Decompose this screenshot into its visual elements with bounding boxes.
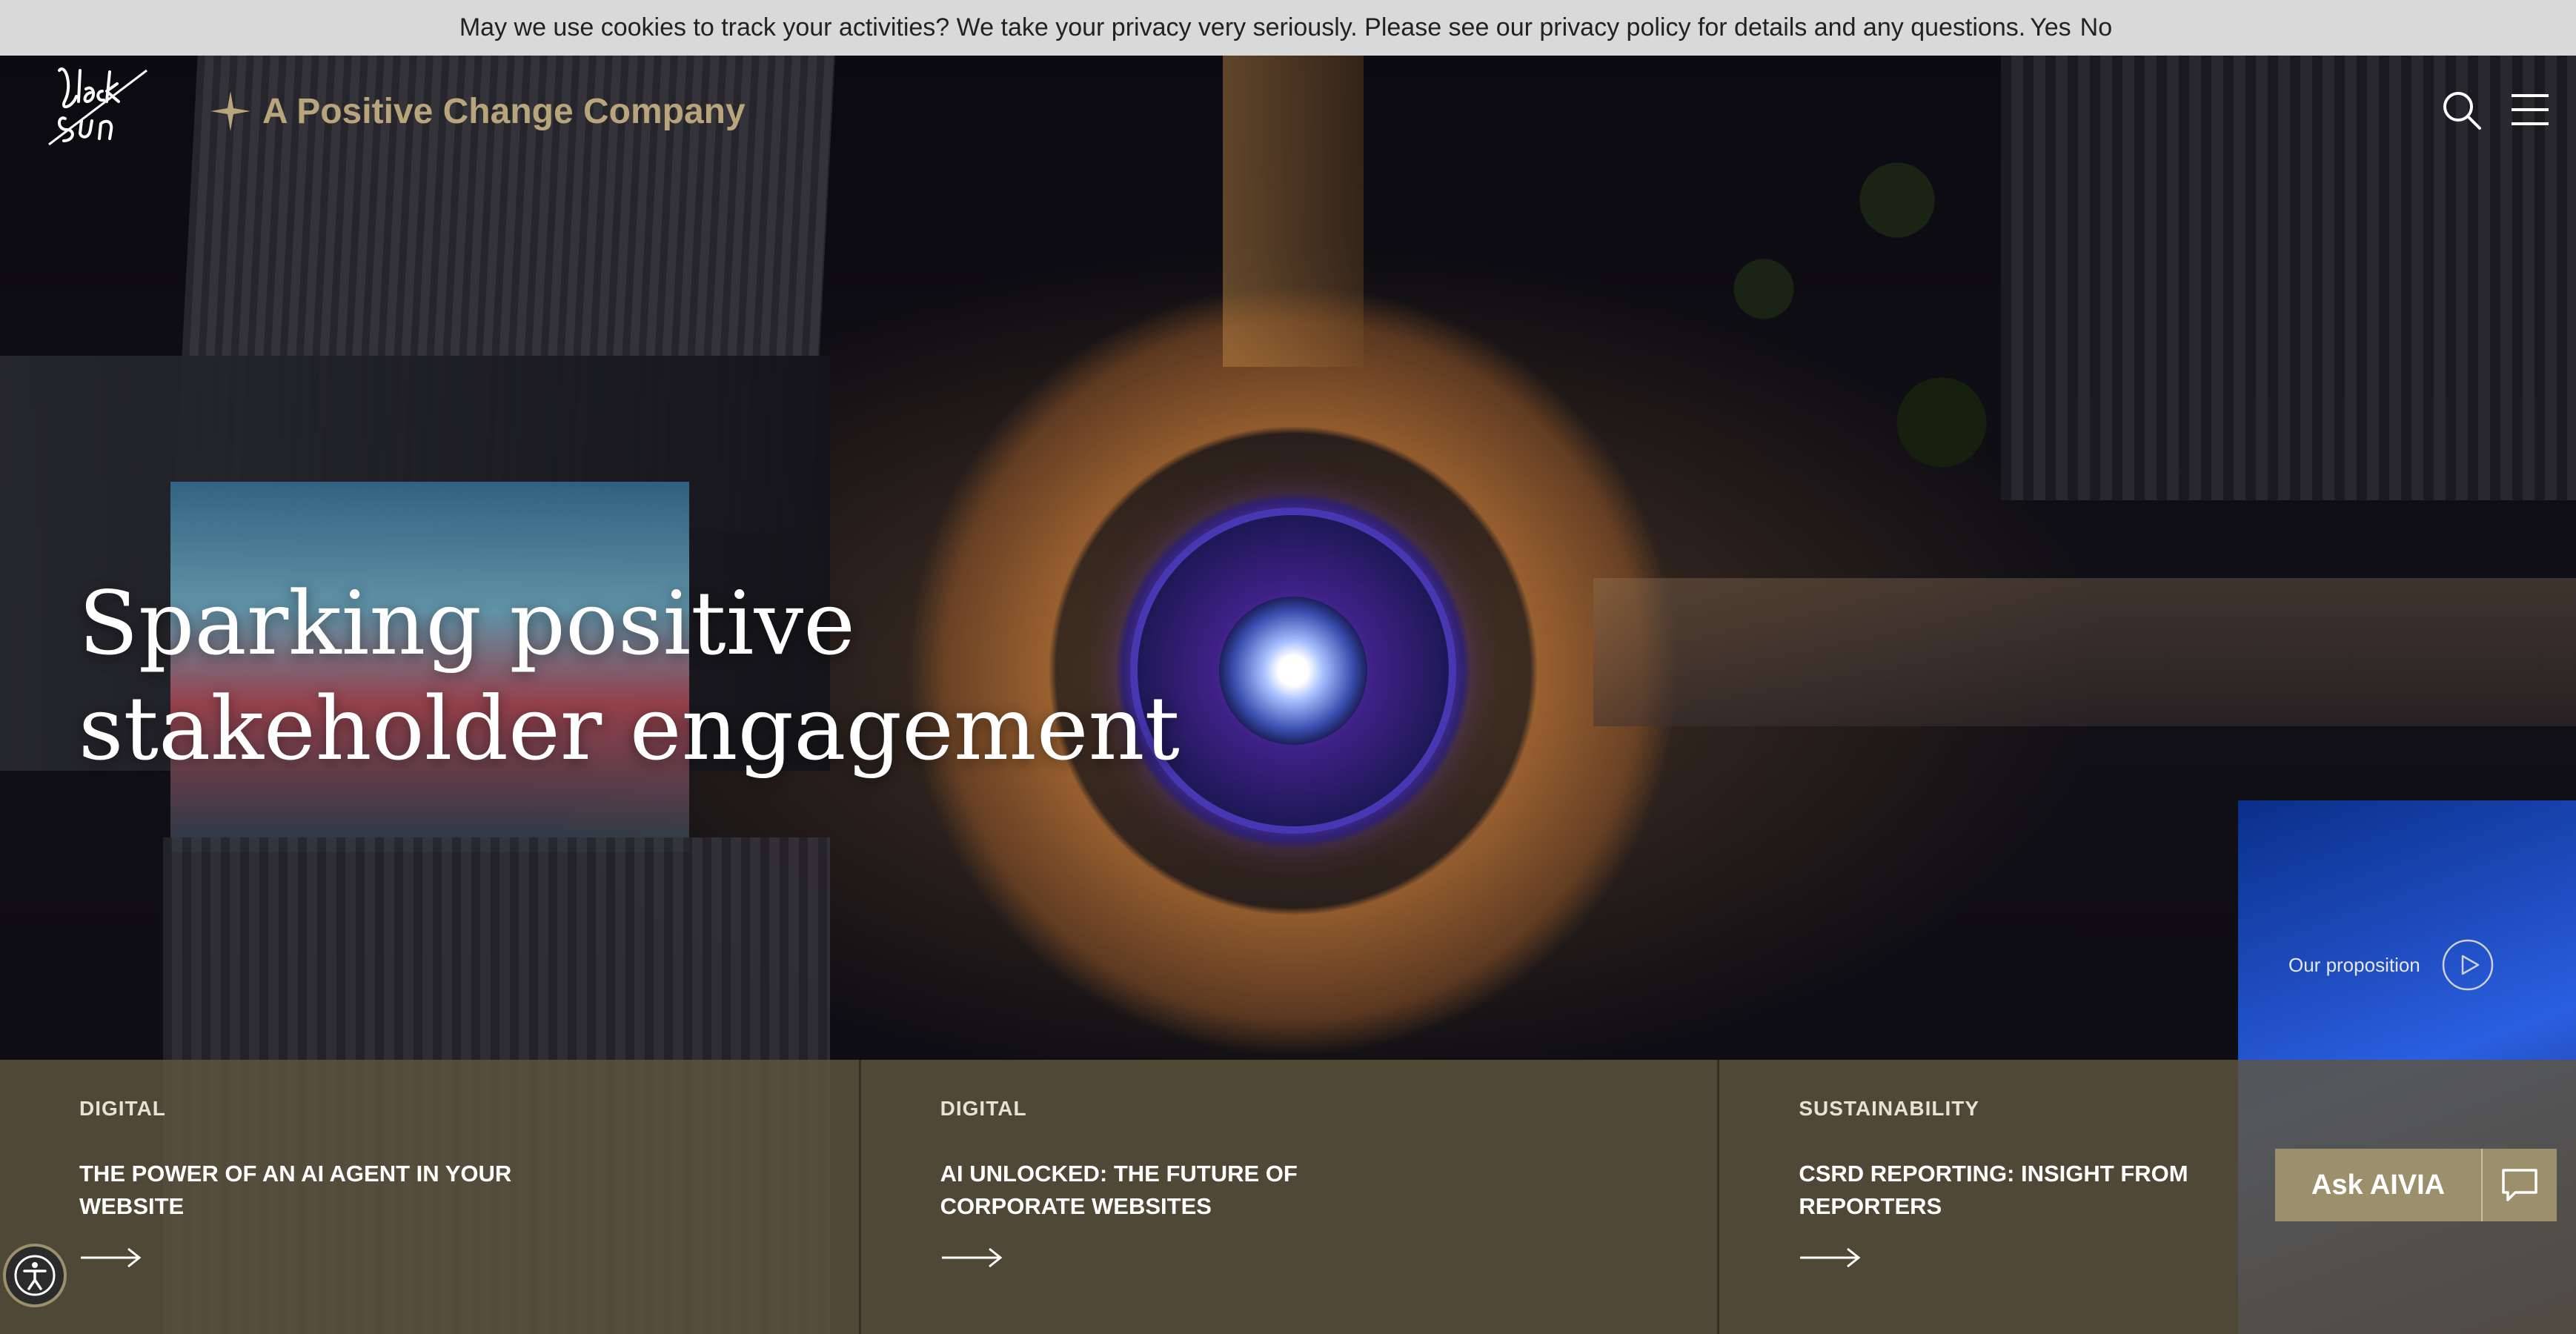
headline-line-2: stakeholder engagement — [79, 677, 1180, 780]
play-icon — [2442, 939, 2494, 991]
tagline: A Positive Change Company — [209, 87, 746, 136]
cookie-accept-button[interactable]: Yes — [2025, 13, 2075, 42]
site-header: A Positive Change Company — [0, 56, 2576, 167]
arrow-right-icon[interactable] — [79, 1247, 142, 1269]
search-button[interactable] — [2440, 88, 2484, 133]
four-point-star-icon — [210, 91, 250, 131]
search-icon — [2443, 92, 2481, 130]
hamburger-menu-icon — [2512, 94, 2549, 125]
road-horizontal — [1593, 578, 2576, 726]
logo-script-icon — [48, 67, 147, 146]
chat-bubble-icon — [2502, 1169, 2537, 1201]
trees — [1630, 111, 2075, 556]
card-category: DIGITAL — [940, 1097, 1027, 1120]
card-title: AI UNLOCKED: THE FUTURE OF CORPORATE WEB… — [940, 1161, 1298, 1219]
accessibility-button[interactable] — [3, 1244, 67, 1307]
card-title: CSRD REPORTING: INSIGHT FROM REPORTERS — [1799, 1161, 2188, 1219]
card-category: SUSTAINABILITY — [1799, 1097, 1980, 1120]
cookie-decline-button[interactable]: No — [2076, 13, 2117, 42]
ask-aivia-label: Ask AIVIA — [2275, 1149, 2483, 1221]
article-cards: DIGITAL THE POWER OF AN AI AGENT IN YOUR… — [0, 1060, 2576, 1334]
hero-headline: Sparking positive stakeholder engagement — [79, 571, 1190, 781]
headline-line-1: Sparking positive — [79, 572, 855, 674]
article-card[interactable]: DIGITAL THE POWER OF AN AI AGENT IN YOUR… — [0, 1060, 859, 1334]
ask-aivia-button[interactable]: Ask AIVIA — [2275, 1149, 2557, 1221]
article-card[interactable]: DIGITAL AI UNLOCKED: THE FUTURE OF CORPO… — [858, 1060, 1718, 1334]
proposition-label: Our proposition — [2288, 953, 2420, 976]
chat-icon-wrapper — [2483, 1149, 2557, 1221]
arrow-right-icon[interactable] — [940, 1247, 1003, 1269]
black-sun-logo[interactable] — [43, 56, 162, 152]
menu-button[interactable] — [2509, 90, 2552, 130]
card-category: DIGITAL — [79, 1097, 166, 1120]
tagline-text: A Positive Change Company — [262, 91, 746, 131]
card-title: THE POWER OF AN AI AGENT IN YOUR WEBSITE — [79, 1161, 512, 1219]
cookie-banner: May we use cookies to track your activit… — [0, 0, 2576, 56]
accessibility-icon — [14, 1255, 56, 1296]
arrow-right-icon[interactable] — [1799, 1247, 1861, 1269]
our-proposition-link[interactable]: Our proposition — [2288, 938, 2494, 992]
fountain-core — [1219, 597, 1367, 745]
cookie-message: May we use cookies to track your activit… — [459, 13, 2026, 42]
